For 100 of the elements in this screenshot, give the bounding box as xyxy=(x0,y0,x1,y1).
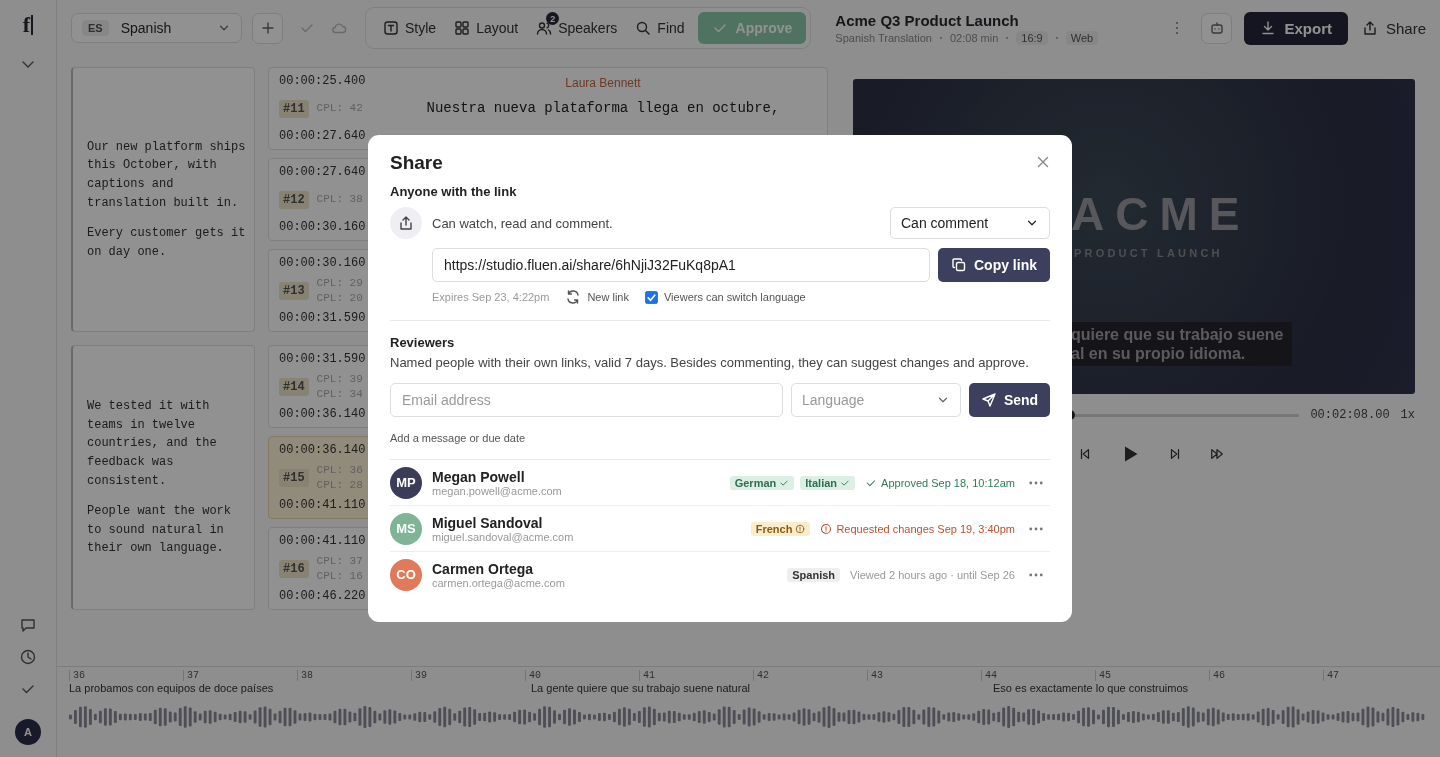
download-icon xyxy=(1260,20,1277,36)
speaker-name[interactable]: Laura Bennett xyxy=(565,76,641,90)
upload-icon xyxy=(398,215,414,231)
plus-icon xyxy=(259,20,276,36)
info-icon xyxy=(795,523,806,534)
subtitle-text[interactable]: Nuestra nueva plataforma llega en octubre, xyxy=(426,100,780,116)
export-button[interactable]: Export xyxy=(1244,11,1348,45)
clock-icon[interactable] xyxy=(20,649,36,665)
time-tick: 36 xyxy=(69,670,85,681)
caption-line: al en su propio idioma. xyxy=(1071,344,1247,363)
expiry-text: Expires Sep 23, 4:22pm xyxy=(432,291,550,303)
permission-select[interactable]: Can comment xyxy=(890,207,1050,239)
format-tag: Web xyxy=(1065,30,1099,45)
review-status: Requested changes Sep 19, 3:40pm xyxy=(820,522,1015,535)
toolbar-button[interactable]: Layout xyxy=(445,12,528,44)
section-heading: Reviewers xyxy=(390,335,456,350)
more-icon[interactable] xyxy=(1029,572,1043,577)
text-style-icon xyxy=(383,20,399,36)
time-tick: 43 xyxy=(867,670,883,681)
fast-forward-icon[interactable] xyxy=(1210,447,1224,461)
video-title: ACME xyxy=(1071,187,1251,241)
dialog-title: Share xyxy=(390,152,443,174)
link-field[interactable]: https://studio.fluen.ai/share/6hNjiJ32FuKq8pA1 xyxy=(432,248,930,282)
segment-number: #11 xyxy=(279,99,309,118)
toolbar-button[interactable]: Style xyxy=(374,12,446,44)
send-icon xyxy=(980,392,997,408)
alert-icon xyxy=(820,522,833,535)
source-paragraph-card[interactable]: We tested it with teams in twelve countries, and the feedback was consistent. People want the work to sound natural in their own language. xyxy=(71,345,255,610)
language-select[interactable]: Language xyxy=(791,383,961,417)
time-tick: 41 xyxy=(639,670,655,681)
timeline-caption[interactable]: La probamos con equipos de doce países xyxy=(69,682,274,694)
add-message-link[interactable]: Add a message or due date xyxy=(390,432,1050,444)
source-text: We tested it with teams in twelve countries, and the feedback was consistent. xyxy=(87,398,218,490)
robot-icon xyxy=(1208,20,1225,36)
project-title: Acme Q3 Product Launch xyxy=(835,11,1020,29)
logo: f xyxy=(22,12,34,38)
segment-number: #14 xyxy=(279,377,309,396)
section-heading: Anyone with the link xyxy=(390,184,518,199)
checkbox-label[interactable]: Viewers can switch language xyxy=(664,291,806,303)
reviewer-email: megan.powell@acme.com xyxy=(432,484,562,497)
language-tag: German xyxy=(729,475,795,490)
source-text: People want the work to sound natural in their own language. xyxy=(87,503,233,558)
count-badge: 2 xyxy=(546,12,560,25)
toolbar-button[interactable]: Find xyxy=(626,12,694,44)
review-status: Approved Sep 18, 10:12am xyxy=(865,476,1015,489)
duration: 02:08 min xyxy=(950,31,999,44)
avatar: MP xyxy=(390,466,422,499)
playback-speed[interactable]: 1x xyxy=(1400,408,1415,422)
reviewer-name: Carmen Ortega xyxy=(432,560,535,577)
project-subtitle: Spanish Translation xyxy=(835,31,932,44)
assistant-button[interactable] xyxy=(1201,12,1233,44)
timeline-caption[interactable]: Eso es exactamente lo que construimos xyxy=(993,682,1189,694)
source-text: Every customer gets it on day one. xyxy=(87,225,246,261)
segment-number: #16 xyxy=(279,559,309,578)
copy-link-button[interactable]: Copy link xyxy=(938,248,1050,282)
language-tag: Spanish xyxy=(787,567,841,582)
add-button[interactable] xyxy=(252,12,283,44)
search-icon xyxy=(635,20,652,36)
user-avatar[interactable]: A xyxy=(15,719,41,745)
source-paragraph-card[interactable]: Our new platform ships this October, with captions and translation built in. Every customer gets it on day one. xyxy=(71,67,255,332)
new-link-button[interactable]: New link xyxy=(565,289,629,305)
reviewer-email: carmen.ortega@acme.com xyxy=(432,576,565,589)
send-button[interactable]: Send xyxy=(969,383,1050,417)
caption-line: quiere que su trabajo suene xyxy=(1071,325,1284,344)
section-description: Named people with their own links, valid 7 days. Besides commenting, they can suggest changes and approve. xyxy=(390,355,1030,370)
next-icon[interactable] xyxy=(1168,447,1182,461)
time-tick: 46 xyxy=(1209,670,1225,681)
time-tick: 40 xyxy=(525,670,541,681)
access-description: Can watch, read and comment. xyxy=(432,215,614,231)
time-tick: 42 xyxy=(753,670,769,681)
segment-number: #15 xyxy=(279,468,309,487)
toolbar-button[interactable]: 2 Speakers xyxy=(527,12,627,44)
more-icon[interactable] xyxy=(1029,526,1043,531)
comment-icon[interactable] xyxy=(20,617,36,633)
time-tick: 37 xyxy=(183,670,199,681)
time-tick: 45 xyxy=(1095,670,1111,681)
avatar: CO xyxy=(390,558,422,591)
segment-number: #12 xyxy=(279,190,309,209)
reviewer-name: Megan Powell xyxy=(432,468,526,485)
cloud-icon xyxy=(331,20,347,36)
segment-number: #13 xyxy=(279,281,309,300)
timecode: 00:02:08.00 xyxy=(1310,408,1390,422)
more-icon[interactable] xyxy=(1029,480,1043,485)
time-tick: 38 xyxy=(297,670,313,681)
timeline-caption[interactable]: La gente quiere que su trabajo suene natural xyxy=(531,682,750,694)
time-tick: 47 xyxy=(1323,670,1339,681)
share-button[interactable]: Share xyxy=(1361,19,1426,37)
time-tick: 39 xyxy=(411,670,427,681)
refresh-icon xyxy=(565,289,582,305)
review-status: Viewed 2 hours ago · until Sep 26 xyxy=(850,568,1015,581)
previous-icon[interactable] xyxy=(1078,447,1092,461)
language-tag: Italian xyxy=(800,475,856,490)
time-tick: 44 xyxy=(981,670,997,681)
checkbox[interactable] xyxy=(645,290,658,304)
users-icon xyxy=(536,20,553,36)
email-field[interactable]: Email address xyxy=(390,383,783,417)
language-tag: French xyxy=(750,521,811,536)
language-select[interactable]: ES Spanish xyxy=(71,13,242,43)
start-time[interactable]: 00:00:25.400 xyxy=(279,74,389,88)
copy-icon xyxy=(951,257,967,273)
